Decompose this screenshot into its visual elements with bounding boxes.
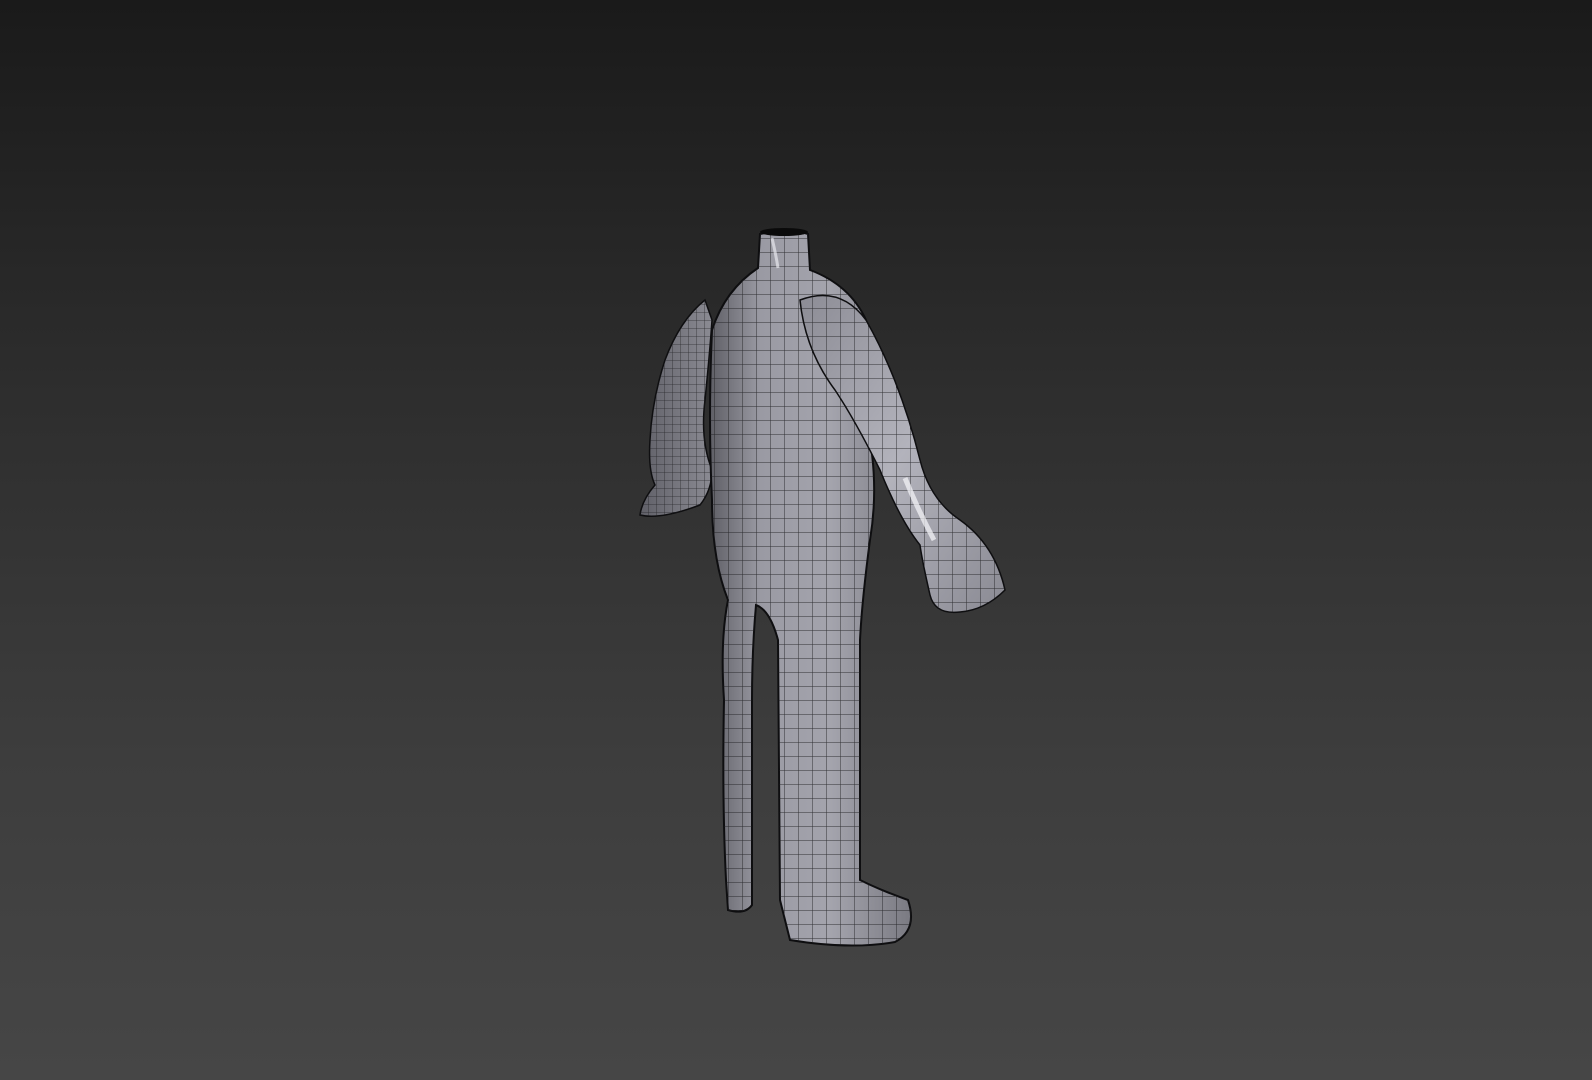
viewport-scene[interactable]: [0, 0, 1592, 1080]
3d-viewport[interactable]: [0, 0, 1592, 1080]
neck-opening: [760, 228, 808, 236]
